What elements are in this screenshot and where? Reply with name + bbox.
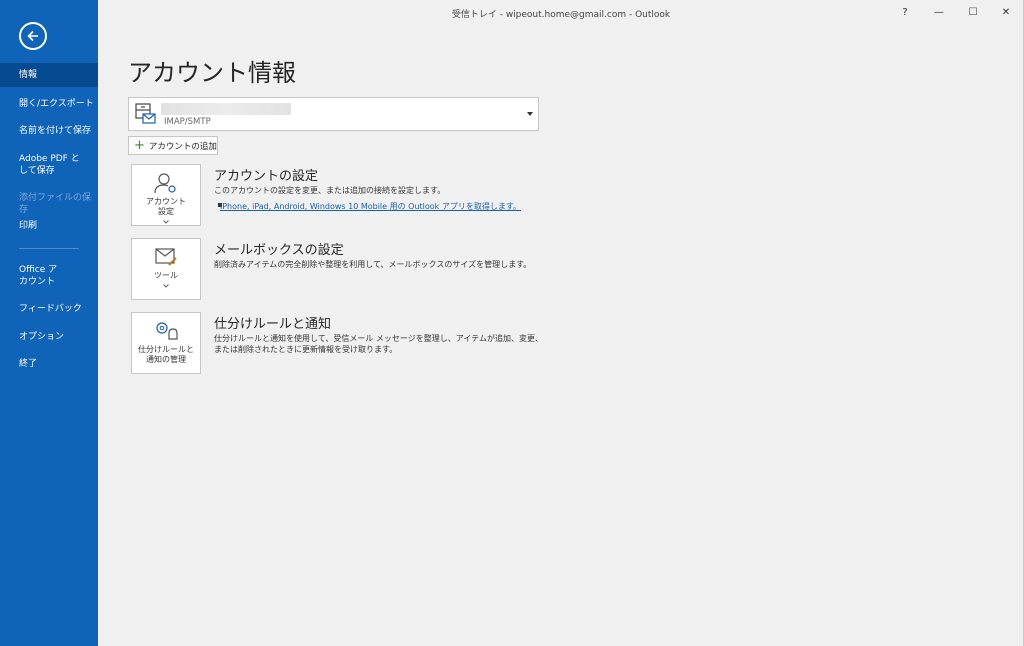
nav-open-export[interactable]: 開く/エクスポート bbox=[0, 98, 98, 110]
chevron-down-icon bbox=[163, 220, 169, 224]
rules-alerts-icon bbox=[156, 322, 178, 340]
window-title: 受信トレイ - wipeout.home@gmail.com - Outlook bbox=[451, 10, 671, 20]
backstage-sidebar: 情報 開く/エクスポート 名前を付けて保存 Adobe PDF として保存 添付… bbox=[0, 0, 98, 646]
main-content: 受信トレイ - wipeout.home@gmail.com - Outlook… bbox=[98, 0, 1024, 646]
account-settings-description: このアカウントの設定を変更、または追加の接続を設定します。 bbox=[214, 186, 446, 195]
account-settings-title: アカウントの設定 bbox=[214, 169, 319, 184]
dropdown-arrow-icon bbox=[527, 112, 533, 116]
close-button[interactable]: ✕ bbox=[991, 2, 1021, 22]
help-button[interactable]: ? bbox=[890, 2, 920, 22]
account-type: IMAP/SMTP bbox=[164, 117, 211, 127]
chevron-down-icon bbox=[163, 284, 169, 288]
nav-exit[interactable]: 終了 bbox=[0, 358, 98, 370]
minimize-button[interactable]: — bbox=[924, 2, 954, 22]
nav-save-attachments: 添付ファイルの保存 bbox=[19, 193, 92, 215]
tools-tile[interactable]: ツール bbox=[131, 238, 201, 300]
nav-feedback[interactable]: フィードバック bbox=[0, 303, 98, 315]
nav-save-as[interactable]: 名前を付けて保存 bbox=[0, 125, 98, 137]
nav-info[interactable]: 情報 bbox=[0, 63, 98, 87]
mailbox-tools-icon bbox=[155, 248, 177, 266]
account-email-redacted bbox=[161, 103, 291, 115]
mailbox-settings-title: メールボックスの設定 bbox=[214, 243, 344, 258]
rules-alerts-title: 仕分けルールと通知 bbox=[214, 317, 332, 332]
nav-save-adobe-pdf[interactable]: Adobe PDF として保存 bbox=[0, 153, 92, 177]
add-account-label: アカウントの追加 bbox=[148, 141, 217, 152]
nav-options[interactable]: オプション bbox=[0, 331, 98, 343]
account-settings-icon bbox=[154, 173, 176, 194]
rules-alerts-tile[interactable]: 仕分けルールと通知の管理 bbox=[131, 312, 201, 374]
mailbox-icon bbox=[135, 103, 156, 124]
rules-alerts-tile-label: 仕分けルールと通知の管理 bbox=[138, 345, 194, 364]
back-button[interactable] bbox=[19, 22, 47, 50]
account-settings-tile-label: アカウント設定 bbox=[146, 197, 186, 216]
tools-tile-label: ツール bbox=[154, 271, 178, 280]
account-selector[interactable]: IMAP/SMTP bbox=[128, 97, 539, 131]
account-settings-tile[interactable]: アカウント設定 bbox=[131, 164, 201, 226]
back-arrow-icon bbox=[27, 30, 38, 42]
nav-print[interactable]: 印刷 bbox=[0, 220, 98, 232]
page-title: アカウント情報 bbox=[128, 59, 296, 87]
add-account-button[interactable]: + アカウントの追加 bbox=[128, 136, 218, 155]
outlook-app-link[interactable]: iPhone, iPad, Android, Windows 10 Mobile… bbox=[220, 201, 521, 212]
maximize-button[interactable]: ☐ bbox=[958, 2, 988, 22]
mailbox-settings-description: 削除済みアイテムの完全削除や整理を利用して、メールボックスのサイズを管理します。 bbox=[214, 260, 532, 269]
rules-alerts-description: 仕分けルールと通知を使用して、受信メール メッセージを整理し、アイテムが追加、変… bbox=[214, 334, 543, 354]
sidebar-divider bbox=[19, 248, 79, 249]
nav-office-account[interactable]: Office アカウント bbox=[0, 264, 78, 288]
plus-icon: + bbox=[134, 137, 145, 153]
